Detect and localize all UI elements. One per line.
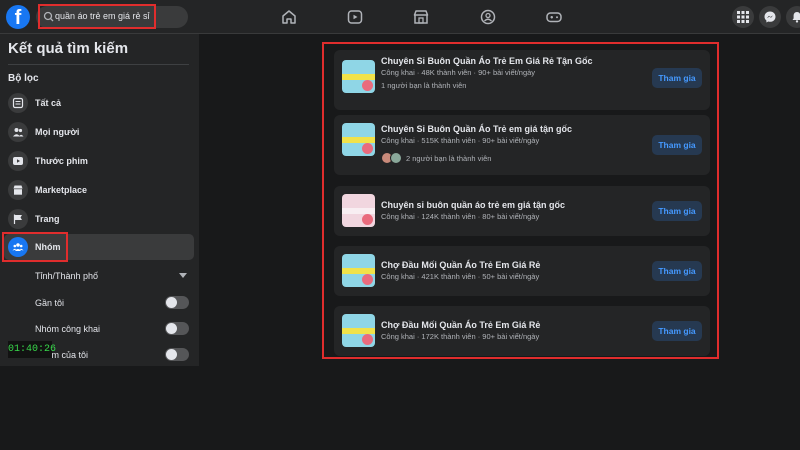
group-title[interactable]: Chợ Đầu Mối Quần Áo Trẻ Em Giá Rẻ <box>381 260 540 270</box>
join-group-button[interactable]: Tham gia <box>652 68 702 88</box>
notifications-bell-icon[interactable] <box>786 6 800 28</box>
join-group-button[interactable]: Tham gia <box>652 321 702 341</box>
sidebar-item-label: Trang <box>35 214 60 224</box>
sidebar-item-marketplace[interactable]: Marketplace <box>4 177 194 203</box>
location-filter-label[interactable]: Tỉnh/Thành phố <box>35 271 98 281</box>
top-navigation-bar: f quần áo trẻ em giá rẻ sỉ <box>0 0 800 34</box>
my-groups-toggle[interactable] <box>165 348 189 361</box>
nav-home-icon[interactable] <box>279 7 299 27</box>
near-me-label: Gần tôi <box>35 298 65 308</box>
friend-avatars <box>381 152 405 164</box>
menu-grid-icon[interactable] <box>732 6 754 28</box>
group-results-list: Chuyên Sỉ Buôn Quần Áo Trẻ Em Giá Rẻ Tận… <box>326 44 717 356</box>
search-highlight-box <box>38 4 156 29</box>
chevron-down-icon[interactable] <box>179 273 187 278</box>
recording-timer: 01:40:26 <box>8 341 56 358</box>
group-cover-thumbnail[interactable] <box>342 254 375 287</box>
avatar <box>390 152 402 164</box>
group-cover-thumbnail[interactable] <box>342 123 375 156</box>
group-result-card[interactable]: Chợ Đầu Mối Quần Áo Trẻ Em Giá Rẻ Công k… <box>334 246 710 296</box>
group-meta: Công khai · 172K thành viên · 90+ bài vi… <box>381 332 540 341</box>
groups-highlight-box <box>2 232 68 262</box>
group-title[interactable]: Chuyên Sỉ Buôn Quần Áo Trẻ em giá tận gố… <box>381 124 572 134</box>
group-meta: Công khai · 48K thành viên · 90+ bài viế… <box>381 68 536 77</box>
video-icon <box>13 157 23 165</box>
marketplace-icon <box>13 185 23 195</box>
public-groups-label: Nhóm công khai <box>35 324 101 334</box>
group-title[interactable]: Chuyên Sỉ Buôn Quần Áo Trẻ Em Giá Rẻ Tận… <box>381 56 593 66</box>
join-group-button[interactable]: Tham gia <box>652 261 702 281</box>
group-meta: Công khai · 421K thành viên · 50+ bài vi… <box>381 272 540 281</box>
group-title[interactable]: Chợ Đầu Mối Quần Áo Trẻ Em Giá Rẻ <box>381 320 540 330</box>
sidebar-item-all[interactable]: Tất cả <box>4 90 194 116</box>
group-meta: Công khai · 124K thành viên · 80+ bài vi… <box>381 212 540 221</box>
search-filters-sidebar: Kết quả tìm kiếm Bộ lọc Tất cả Mọi người… <box>0 34 199 366</box>
sidebar-item-label: Mọi người <box>35 127 80 137</box>
sidebar-item-label: Thước phim <box>35 156 88 166</box>
nav-video-icon[interactable] <box>345 7 365 27</box>
group-title[interactable]: Chuyên sỉ buôn quần áo trẻ em giá tận gố… <box>381 200 565 210</box>
people-icon <box>13 128 24 137</box>
nav-marketplace-icon[interactable] <box>411 7 431 27</box>
group-cover-thumbnail[interactable] <box>342 194 375 227</box>
public-groups-toggle[interactable] <box>165 322 189 335</box>
filter-heading: Bộ lọc <box>8 73 39 84</box>
join-group-button[interactable]: Tham gia <box>652 201 702 221</box>
friends-members-text: 2 người bạn là thành viên <box>406 154 492 163</box>
sidebar-item-reels[interactable]: Thước phim <box>4 148 194 174</box>
group-result-card[interactable]: Chuyên sỉ buôn quần áo trẻ em giá tận gố… <box>334 186 710 236</box>
group-result-card[interactable]: Chuyên Sỉ Buôn Quần Áo Trẻ em giá tận gố… <box>334 115 710 175</box>
facebook-logo-icon[interactable]: f <box>6 5 30 29</box>
near-me-toggle[interactable] <box>165 296 189 309</box>
nav-groups-icon[interactable] <box>478 7 498 27</box>
flag-icon <box>13 214 22 224</box>
nav-gaming-icon[interactable] <box>544 7 564 27</box>
join-group-button[interactable]: Tham gia <box>652 135 702 155</box>
messenger-icon[interactable] <box>759 6 781 28</box>
group-cover-thumbnail[interactable] <box>342 314 375 347</box>
sidebar-item-label: Marketplace <box>35 185 88 195</box>
newsfeed-icon <box>12 97 24 109</box>
sidebar-divider <box>8 64 189 65</box>
group-meta: Công khai · 515K thành viên · 90+ bài vi… <box>381 136 540 145</box>
group-result-card[interactable]: Chợ Đầu Mối Quần Áo Trẻ Em Giá Rẻ Công k… <box>334 306 710 356</box>
sidebar-item-pages[interactable]: Trang <box>4 206 194 232</box>
group-cover-thumbnail[interactable] <box>342 60 375 93</box>
group-result-card[interactable]: Chuyên Sỉ Buôn Quần Áo Trẻ Em Giá Rẻ Tận… <box>334 50 710 110</box>
sidebar-item-people[interactable]: Mọi người <box>4 119 194 145</box>
sidebar-item-label: Tất cả <box>35 98 62 108</box>
sidebar-title: Kết quả tìm kiếm <box>8 40 129 57</box>
friends-members-text: 1 người bạn là thành viên <box>381 81 467 90</box>
